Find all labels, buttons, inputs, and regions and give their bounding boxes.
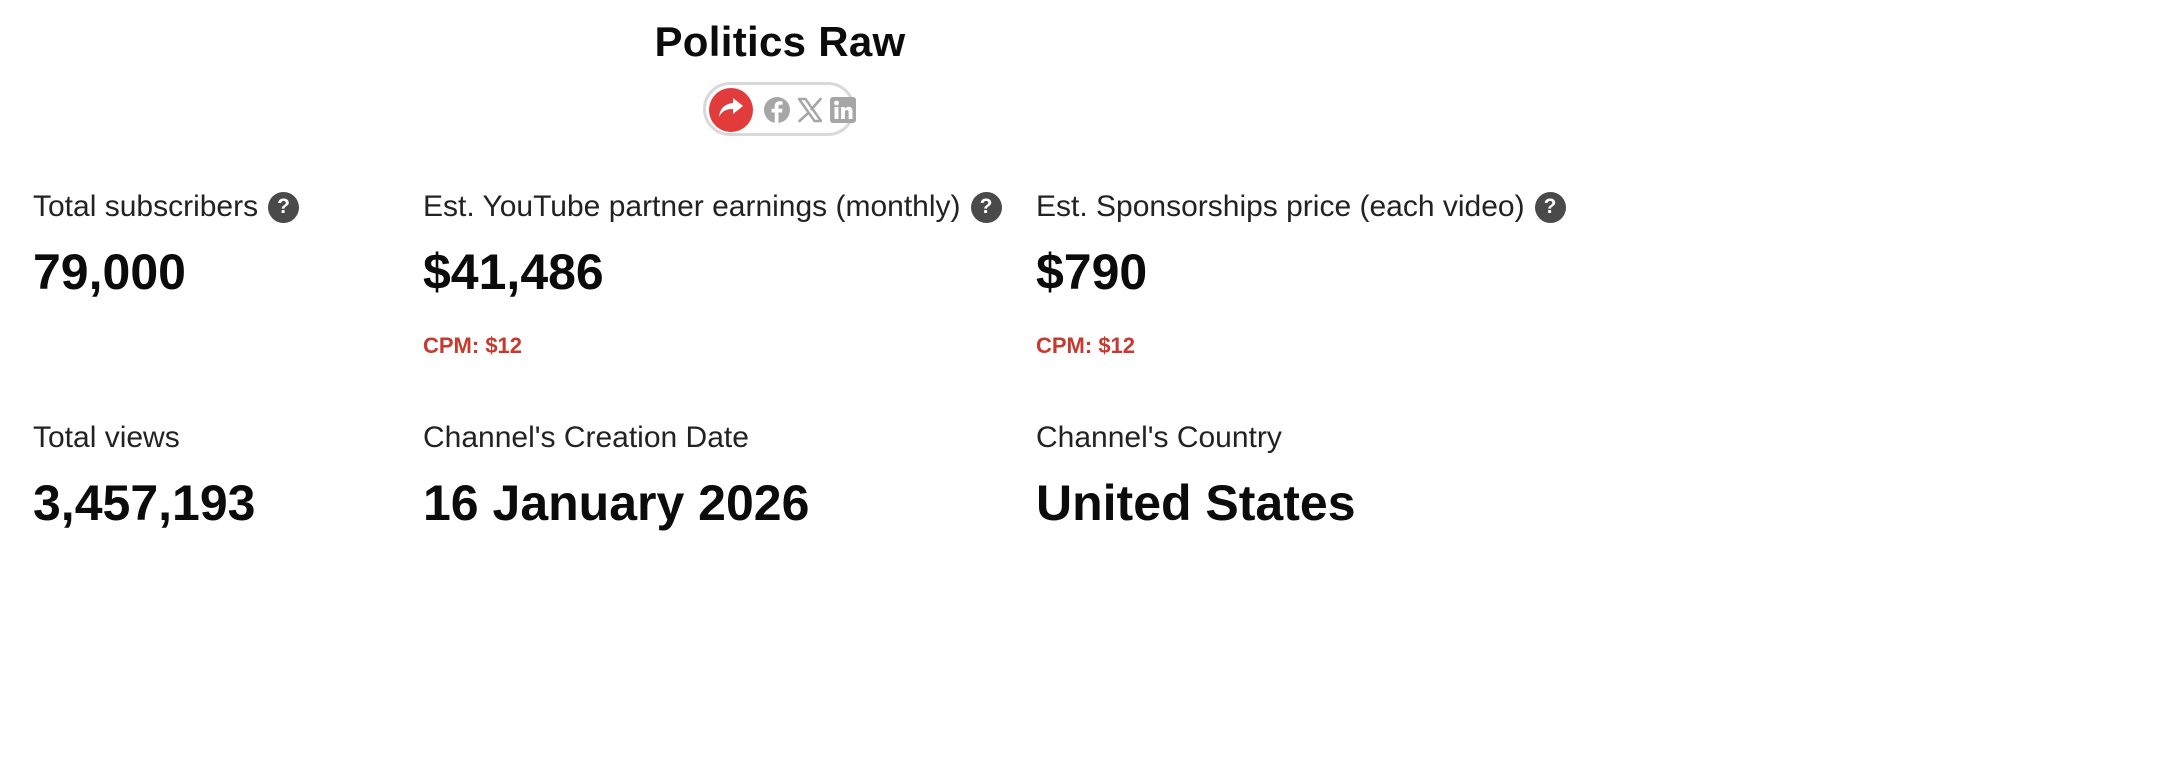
stat-total-views: Total views 3,457,193	[33, 420, 255, 528]
stat-label: Est. YouTube partner earnings (monthly)	[423, 190, 961, 223]
stat-value: United States	[1036, 475, 1356, 531]
stat-total-subscribers: Total subscribers ? 79,000	[33, 189, 300, 300]
stat-label: Channel's Creation Date	[423, 421, 749, 454]
stat-partner-earnings: Est. YouTube partner earnings (monthly) …	[423, 189, 1002, 359]
stat-value: 3,457,193	[33, 475, 256, 531]
stat-label: Est. Sponsorships price (each video)	[1036, 190, 1525, 223]
stat-value: 16 January 2026	[423, 475, 810, 531]
cpm-label: CPM: $12	[423, 333, 523, 358]
stat-label: Total views	[33, 421, 180, 454]
help-icon[interactable]: ?	[970, 191, 1002, 223]
page-title: Politics Raw	[654, 18, 906, 65]
stat-creation-date: Channel's Creation Date 16 January 2026	[423, 420, 809, 528]
linkedin-icon	[829, 96, 857, 129]
stat-value: 79,000	[33, 244, 186, 300]
share-bar	[703, 82, 858, 136]
stat-value: $790	[1036, 244, 1148, 300]
stat-value: $41,486	[423, 244, 604, 300]
share-button[interactable]	[709, 88, 753, 132]
x-share-button[interactable]	[795, 97, 825, 127]
stat-country: Channel's Country United States	[1036, 420, 1356, 528]
share-icon	[718, 97, 744, 124]
stat-label: Total subscribers	[33, 190, 259, 223]
stat-label: Channel's Country	[1036, 421, 1282, 454]
linkedin-share-button[interactable]	[828, 96, 858, 129]
facebook-share-button[interactable]	[762, 96, 792, 129]
help-icon[interactable]: ?	[268, 191, 300, 223]
facebook-icon	[763, 96, 791, 129]
help-icon[interactable]: ?	[1534, 191, 1566, 223]
cpm-label: CPM: $12	[1036, 333, 1136, 358]
x-icon	[797, 97, 823, 128]
stat-sponsorship-price: Est. Sponsorships price (each video) ? $…	[1036, 189, 1566, 359]
